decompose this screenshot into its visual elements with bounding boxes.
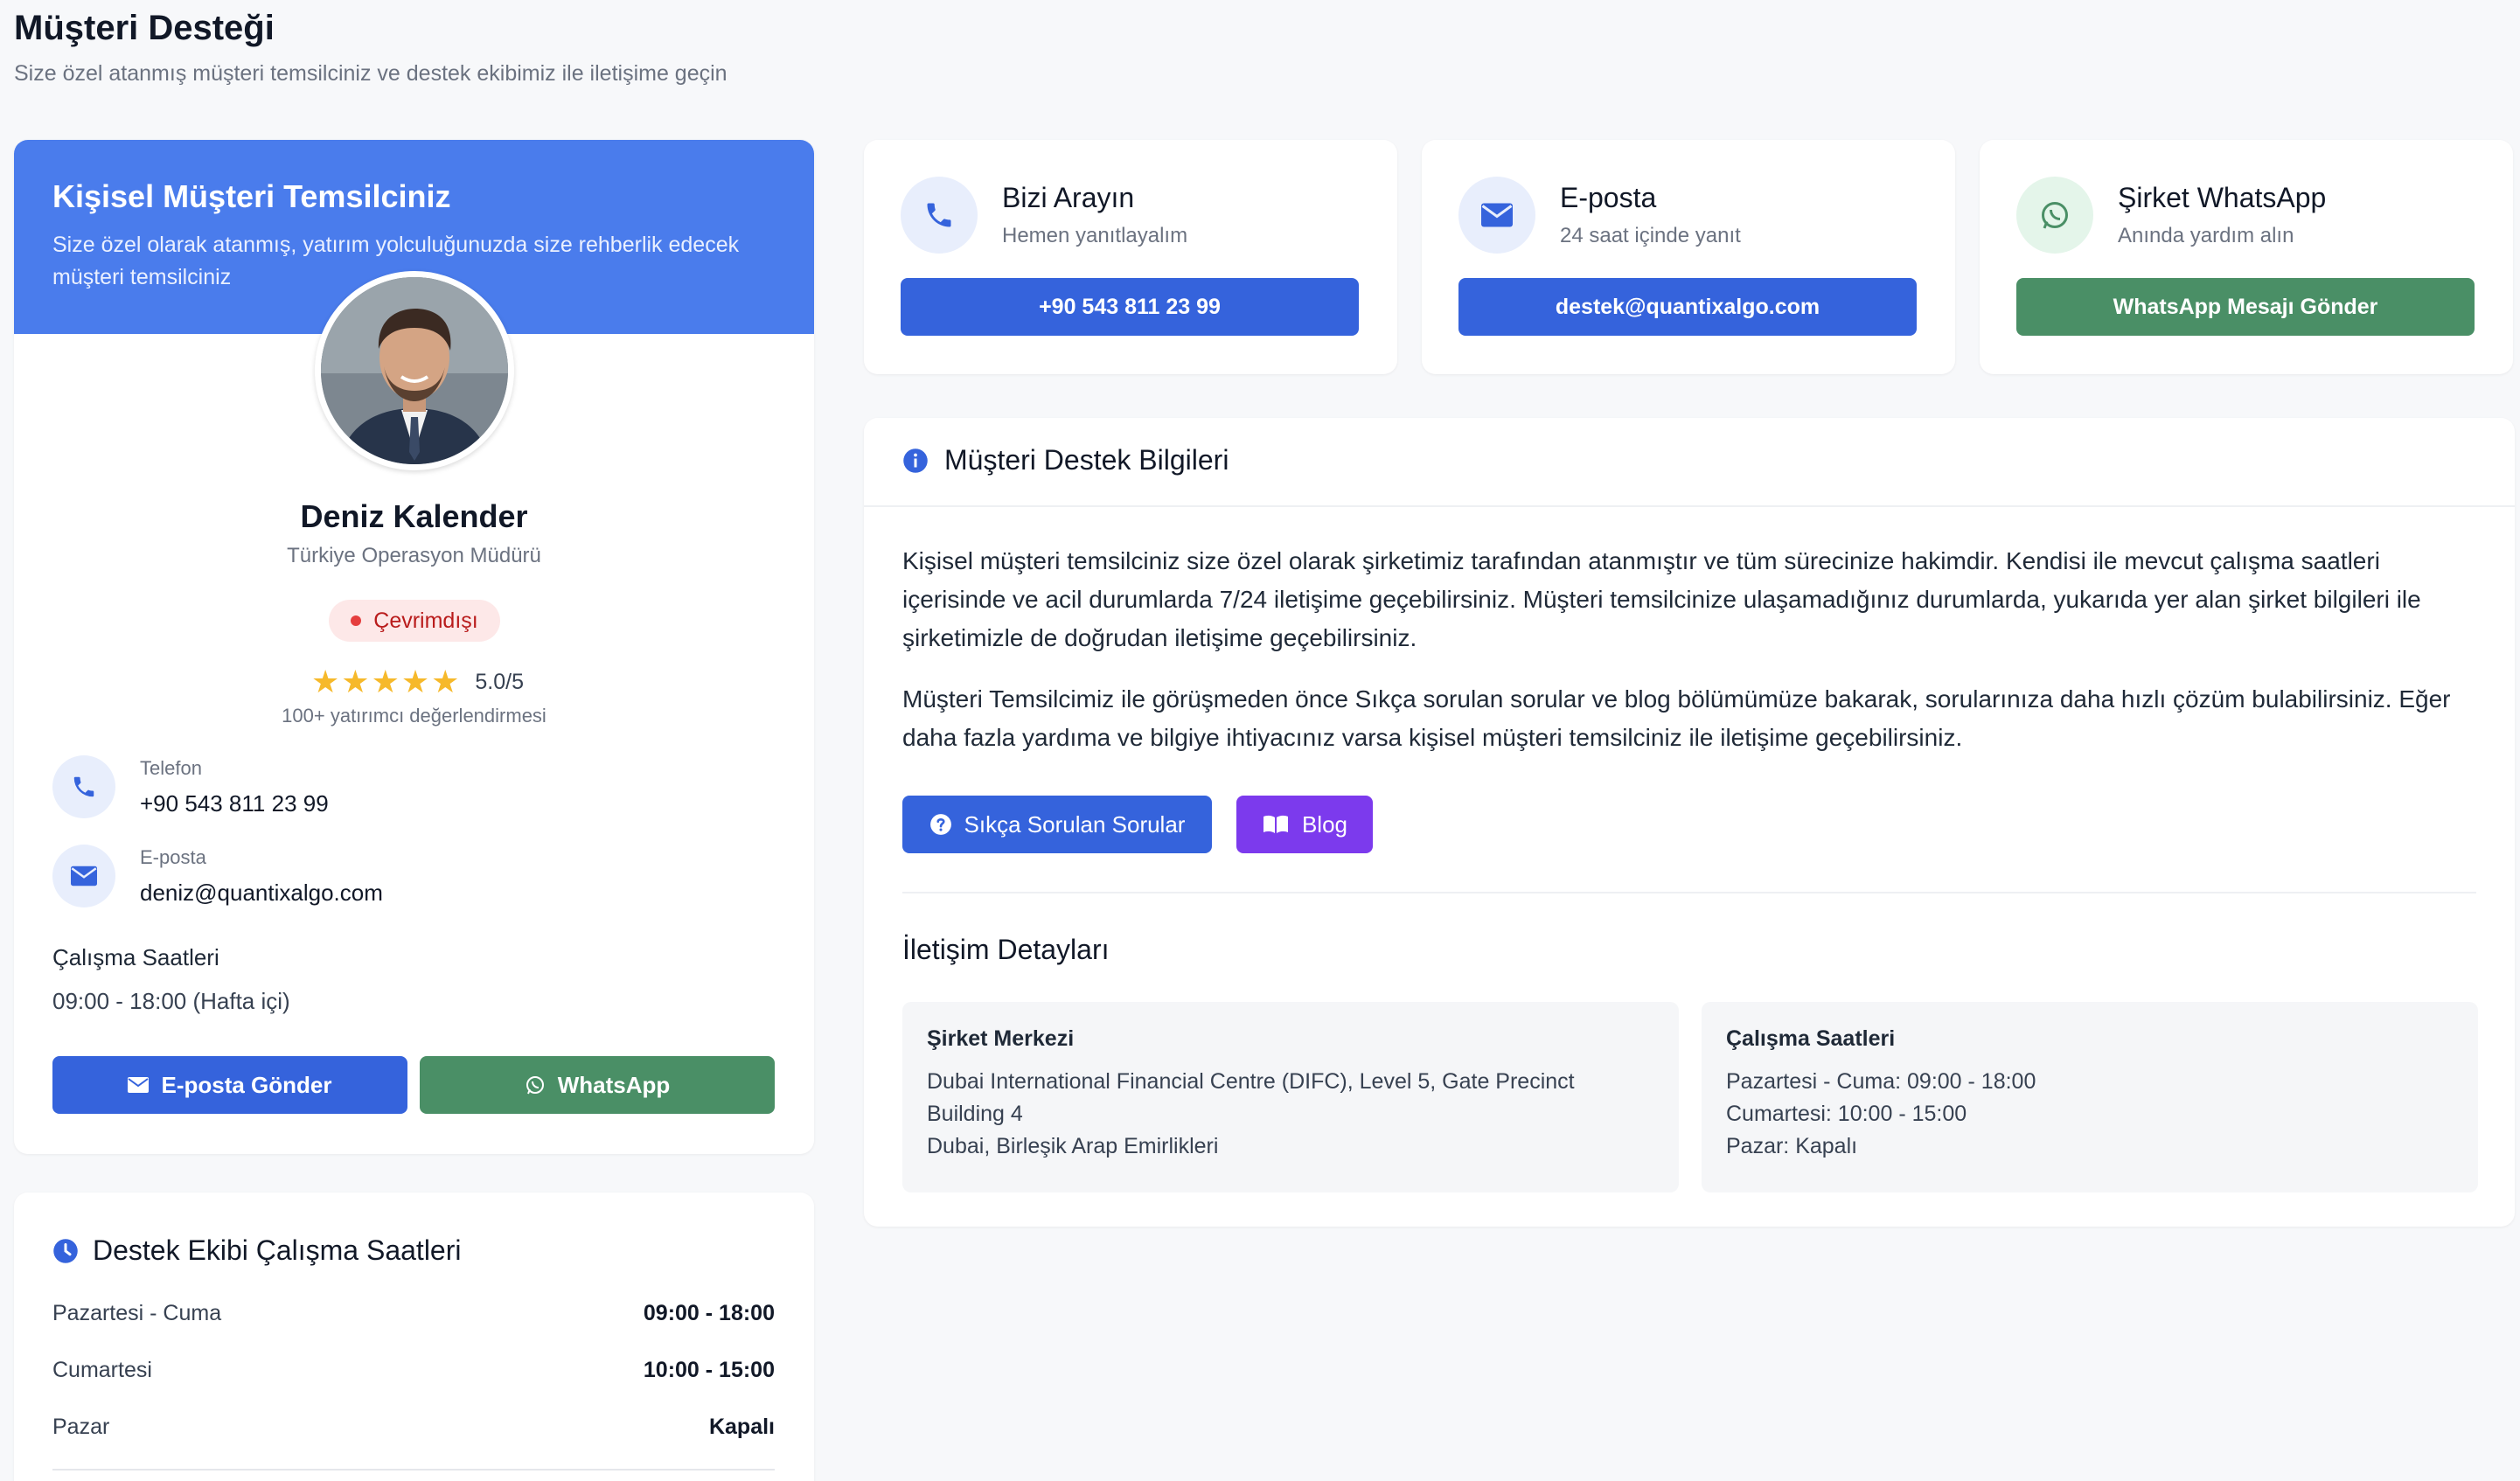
call-us-title: Bizi Arayın — [1002, 182, 1135, 213]
avatar-portrait-icon — [321, 277, 508, 464]
email-card: E-posta 24 saat içinde yanıt destek@quan… — [1422, 140, 1955, 374]
page-title: Müşteri Desteği — [14, 9, 275, 47]
rating: ★ ★ ★ ★ ★ 5.0/5 — [311, 664, 524, 699]
rep-phone-row: Telefon +90 543 811 23 99 — [52, 755, 329, 818]
rep-phone-label: Telefon — [140, 756, 202, 779]
email-card-title: E-posta — [1560, 182, 1657, 213]
hours-day: Pazar — [52, 1415, 110, 1439]
phone-icon — [901, 177, 978, 254]
support-hours-title-text: Destek Ekibi Çalışma Saatleri — [93, 1234, 462, 1266]
support-info-title: Müşteri Destek Bilgileri — [902, 444, 1229, 476]
status-badge: Çevrimdışı — [329, 600, 500, 642]
hours-day: Pazartesi - Cuma — [52, 1301, 222, 1325]
representative-card-title: Kişisel Müşteri Temsilciniz — [52, 178, 451, 214]
star-icon: ★ — [431, 664, 460, 699]
hq-address-line: Dubai, Birleşik Arap Emirlikleri — [927, 1134, 1219, 1158]
rep-email-label: E-posta — [140, 845, 206, 868]
support-hours-title: Destek Ekibi Çalışma Saatleri — [52, 1234, 461, 1267]
representative-name: Deniz Kalender — [300, 498, 528, 534]
star-icon: ★ — [371, 664, 400, 699]
rep-hours-value: 09:00 - 18:00 (Hafta içi) — [52, 988, 290, 1014]
mail-icon — [52, 845, 115, 907]
rep-hours-label: Çalışma Saatleri — [52, 944, 219, 970]
hq-address-line: Dubai International Financial Centre (DI… — [927, 1069, 1575, 1094]
blog-button[interactable]: Blog — [1236, 796, 1373, 853]
info-divider — [864, 505, 2515, 507]
status-dot-icon — [351, 615, 362, 626]
info-paragraph-2: Müşteri Temsilcimiz ile görüşmeden önce … — [902, 685, 2451, 751]
company-hq-title: Şirket Merkezi — [927, 1026, 1075, 1051]
working-hours-title: Çalışma Saatleri — [1726, 1026, 1896, 1051]
company-whatsapp-title: Şirket WhatsApp — [2118, 182, 2327, 213]
hours-time: Kapalı — [708, 1415, 775, 1439]
star-icon: ★ — [311, 664, 340, 699]
whatsapp-message-button[interactable]: WhatsApp Mesajı Gönder — [2016, 278, 2475, 336]
company-whatsapp-subtitle: Anında yardım alın — [2118, 224, 2294, 247]
rating-subtitle: 100+ yatırımcı değerlendirmesi — [282, 705, 546, 727]
faq-label: Sıkça Sorulan Sorular — [964, 810, 1186, 838]
support-hours-card: Destek Ekibi Çalışma Saatleri Pazartesi … — [14, 1192, 814, 1481]
support-info-title-text: Müşteri Destek Bilgileri — [944, 444, 1229, 476]
hours-divider — [52, 1469, 775, 1471]
status-label: Çevrimdışı — [373, 608, 478, 633]
page-header: Müşteri Desteği Size özel atanmış müşter… — [14, 3, 727, 87]
avatar — [315, 271, 514, 470]
send-email-button[interactable]: E-posta Gönder — [52, 1056, 407, 1114]
call-phone-button[interactable]: +90 543 811 23 99 — [901, 278, 1359, 336]
faq-button[interactable]: Sıkça Sorulan Sorular — [902, 796, 1212, 853]
call-us-card: Bizi Arayın Hemen yanıtlayalım +90 543 8… — [864, 140, 1397, 374]
blog-label: Blog — [1301, 810, 1348, 838]
phone-icon — [52, 755, 115, 818]
support-info-card: Müşteri Destek Bilgileri Kişisel müşteri… — [864, 418, 2515, 1227]
working-hours-line: Pazartesi - Cuma: 09:00 - 18:00 — [1726, 1069, 2036, 1094]
company-whatsapp-card: Şirket WhatsApp Anında yardım alın Whats… — [1980, 140, 2513, 374]
page-subtitle: Size özel atanmış müşteri temsilciniz ve… — [14, 61, 727, 86]
email-card-subtitle: 24 saat içinde yanıt — [1560, 224, 1741, 247]
rep-email-value[interactable]: deniz@quantixalgo.com — [140, 880, 383, 907]
rep-phone-value[interactable]: +90 543 811 23 99 — [140, 790, 329, 817]
working-hours-box: Çalışma Saatleri Pazartesi - Cuma: 09:00… — [1702, 1002, 2478, 1192]
call-us-subtitle: Hemen yanıtlayalım — [1002, 224, 1188, 247]
rating-value: 5.0/5 — [475, 669, 525, 694]
representative-role: Türkiye Operasyon Müdürü — [287, 544, 541, 567]
rep-whatsapp-label: WhatsApp — [557, 1071, 671, 1098]
hours-time: 09:00 - 18:00 — [643, 1301, 775, 1325]
rep-whatsapp-button[interactable]: WhatsApp — [420, 1056, 775, 1114]
hours-row: Pazartesi - Cuma 09:00 - 18:00 — [52, 1301, 775, 1326]
info-paragraph-1: Kişisel müşteri temsilciniz size özel ol… — [902, 547, 2421, 651]
contact-details-title: İletişim Detayları — [902, 934, 1110, 965]
info-icon — [903, 448, 928, 473]
whatsapp-icon — [2016, 177, 2093, 254]
star-icon: ★ — [341, 664, 370, 699]
question-icon — [929, 814, 951, 835]
representative-card: Kişisel Müşteri Temsilciniz Size özel ol… — [14, 140, 814, 1154]
send-email-label: E-posta Gönder — [161, 1071, 332, 1098]
clock-icon — [53, 1238, 78, 1263]
working-hours-line: Cumartesi: 10:00 - 15:00 — [1726, 1102, 1967, 1126]
rep-email-row: E-posta deniz@quantixalgo.com — [52, 845, 383, 907]
hours-time: 10:00 - 15:00 — [643, 1358, 775, 1382]
hq-address-line: Building 4 — [927, 1102, 1023, 1126]
support-email-button[interactable]: destek@quantixalgo.com — [1458, 278, 1917, 336]
hours-row: Cumartesi 10:00 - 15:00 — [52, 1358, 775, 1383]
hours-row: Pazar Kapalı — [52, 1415, 775, 1440]
book-icon — [1263, 815, 1288, 833]
mail-icon — [1458, 177, 1535, 254]
hours-day: Cumartesi — [52, 1358, 152, 1382]
star-icon: ★ — [400, 664, 430, 699]
company-hq-box: Şirket Merkezi Dubai International Finan… — [902, 1002, 1679, 1192]
whatsapp-icon — [526, 1076, 544, 1095]
mail-icon — [128, 1077, 150, 1093]
details-divider — [902, 892, 2476, 893]
working-hours-line: Pazar: Kapalı — [1726, 1134, 1858, 1158]
